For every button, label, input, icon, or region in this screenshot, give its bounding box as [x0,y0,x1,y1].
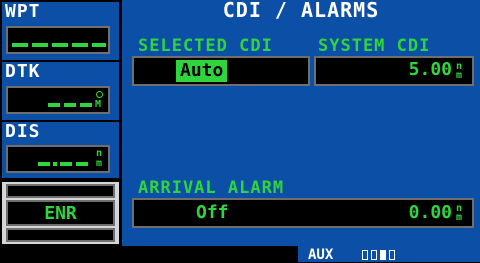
arrival-alarm-distance[interactable]: 0.00 [409,201,452,225]
system-cdi-unit-bottom: m [455,70,463,81]
arrival-alarm-unit-bottom: m [455,212,463,223]
wpt-dash-1 [12,43,28,47]
dis-dash-2 [60,162,72,166]
arrival-alarm-field[interactable]: Off 0.00 n m [132,198,474,228]
dis-field: n m [6,145,110,173]
enr-mode-label: ENR [44,203,77,224]
dis-dash-3 [76,162,88,166]
page-box-3 [380,250,386,260]
dtk-dash-3 [80,103,92,107]
arrival-alarm-label: ARRIVAL ALARM [138,178,285,198]
system-cdi-value: 5.00 [408,59,452,80]
wpt-dash-2 [32,43,48,47]
page-group-indicator: AUX [298,246,480,263]
dtk-dash-1 [48,103,60,107]
page-box-4 [389,250,395,260]
mode-box-enr: ENR [6,200,115,226]
dtk-label: DTK [5,61,41,82]
dis-unit-bottom: m [96,158,103,169]
bottom-bar: AUX [0,246,480,263]
dtk-unit: M [95,99,102,110]
dtk-dash-2 [64,103,76,107]
selected-cdi-label: SELECTED CDI [138,36,273,56]
dis-label: DIS [5,121,41,142]
mode-box-top [6,184,115,198]
wpt-field [6,26,110,54]
mode-box-bottom [6,228,115,242]
selected-cdi-field[interactable]: Auto [132,56,310,86]
page-title: CDI / ALARMS [222,0,380,22]
wpt-dash-4 [72,43,88,47]
page-box-1 [362,250,368,260]
system-cdi-label: SYSTEM CDI [318,36,431,56]
dis-block: DIS n m [2,122,119,178]
degree-icon [96,91,103,98]
wpt-dash-5 [92,43,106,47]
arrival-alarm-state[interactable]: Off [196,201,229,225]
cdi-alarms-page: CDI / ALARMS SELECTED CDI SYSTEM CDI Aut… [122,0,480,246]
page-group-label: AUX [308,247,334,263]
dis-dash-1 [38,162,50,166]
page-box-2 [371,250,377,260]
dis-decimal-dot [53,162,57,166]
wpt-dash-3 [52,43,68,47]
system-cdi-field: 5.00 n m [314,56,474,86]
left-data-column: WPT DTK M DIS n m ENR [0,0,120,246]
dtk-block: DTK M [2,62,119,120]
dtk-field: M [6,86,110,114]
wpt-block: WPT [2,2,119,60]
mode-panel: ENR [2,182,119,244]
wpt-label: WPT [5,1,41,22]
selected-cdi-value[interactable]: Auto [176,60,228,82]
